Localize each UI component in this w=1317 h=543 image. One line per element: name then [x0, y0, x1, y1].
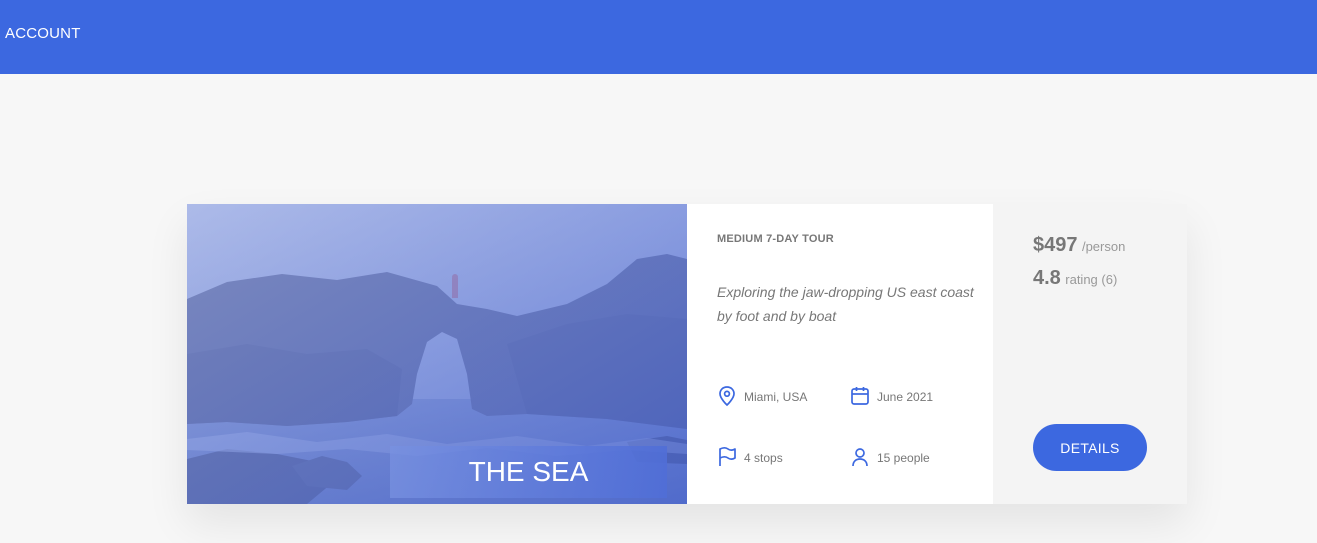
rating-value: 4.8	[1033, 267, 1061, 289]
account-link[interactable]: ACCOUNT	[5, 25, 81, 42]
rating-line: 4.8 rating (6)	[1033, 267, 1117, 290]
date-text: June 2021	[877, 390, 934, 404]
details-button[interactable]: DETAILS	[1033, 424, 1147, 471]
location-text: Miami, USA	[744, 390, 808, 404]
tour-image: THE SEA EXPLORER	[187, 204, 687, 504]
tour-card: THE SEA EXPLORER MEDIUM 7-DAY TOUR Explo…	[187, 204, 1187, 504]
stops-text: 4 stops	[744, 451, 783, 465]
map-pin-icon	[719, 386, 735, 407]
price-line: $497 /person	[1033, 234, 1125, 257]
tour-details: MEDIUM 7-DAY TOUR Exploring the jaw-drop…	[687, 204, 993, 504]
rating-label: rating (6)	[1065, 272, 1118, 287]
price-value: $497	[1033, 234, 1078, 256]
people-text: 15 people	[877, 451, 930, 465]
top-navbar: ACCOUNT	[0, 0, 1317, 74]
tour-subtitle: MEDIUM 7-DAY TOUR	[717, 233, 834, 245]
tour-name: THE SEA EXPLORER	[390, 446, 667, 498]
price-unit: /person	[1081, 239, 1126, 254]
flag-icon	[719, 447, 736, 466]
tour-description: Exploring the jaw-dropping US east coast…	[717, 284, 974, 324]
user-icon	[852, 448, 868, 467]
tour-pricing: $497 /person 4.8 rating (6) DETAILS	[993, 204, 1187, 504]
calendar-icon	[851, 387, 869, 405]
